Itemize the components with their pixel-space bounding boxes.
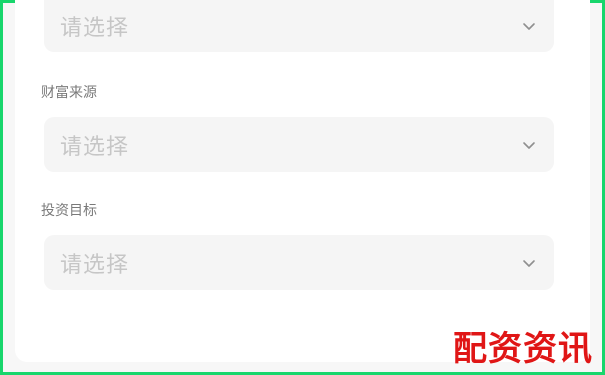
investment-goal-value: 请选择 bbox=[60, 252, 130, 278]
chevron-down-icon bbox=[522, 138, 536, 152]
watermark-text: 配资资讯 bbox=[453, 329, 593, 369]
wealth-source-value: 请选择 bbox=[60, 134, 130, 160]
form-card bbox=[15, 0, 590, 362]
first-select-value: 请选择 bbox=[60, 16, 130, 41]
investment-goal-label: 投资目标 bbox=[41, 203, 97, 219]
first-select[interactable]: 请选择 bbox=[44, 0, 554, 52]
investment-goal-select[interactable]: 请选择 bbox=[44, 235, 554, 290]
chevron-down-icon bbox=[522, 19, 536, 33]
chevron-down-icon bbox=[522, 256, 536, 270]
wealth-source-label: 财富来源 bbox=[41, 85, 97, 101]
wealth-source-select[interactable]: 请选择 bbox=[44, 117, 554, 172]
